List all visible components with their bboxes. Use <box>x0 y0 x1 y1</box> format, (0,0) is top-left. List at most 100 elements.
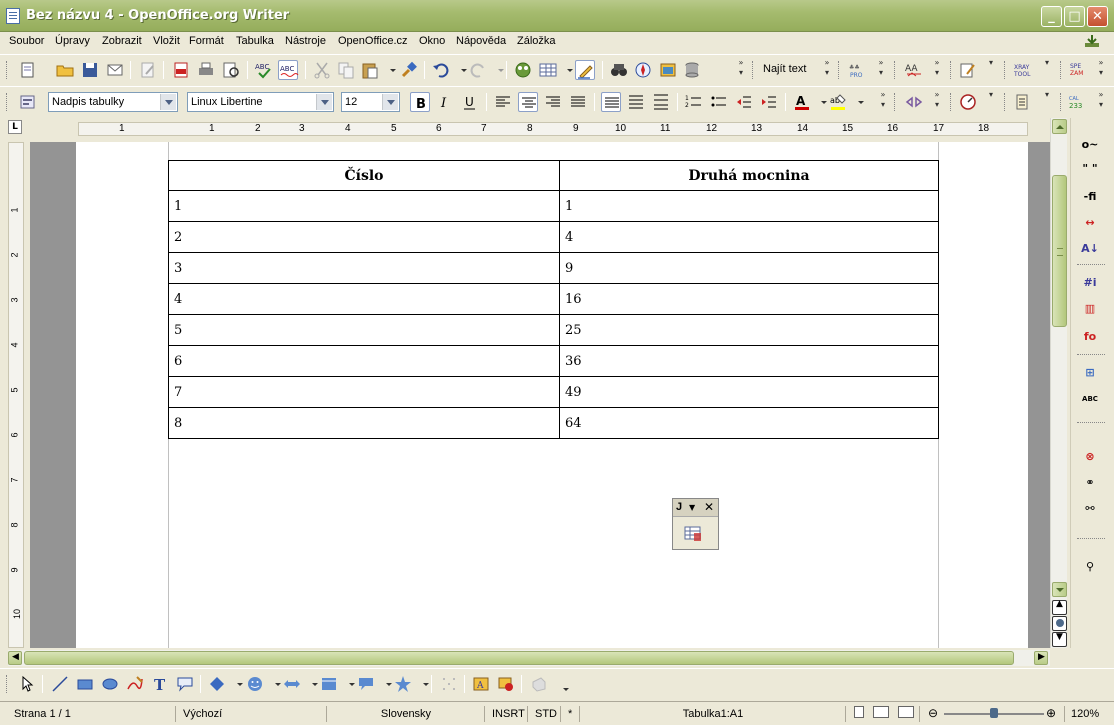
highlight-dropdown-arrow-icon[interactable] <box>851 92 864 112</box>
sort-ab-icon[interactable]: A↓ <box>1079 240 1101 258</box>
language-indicator[interactable]: Slovensky <box>328 706 485 722</box>
rectangle-tool-icon[interactable] <box>75 674 95 694</box>
shapes-dropdown-arrow-icon[interactable] <box>230 674 243 694</box>
table-header-cell[interactable]: Druhá mocnina <box>559 160 939 191</box>
menu-format[interactable]: Formát <box>189 35 224 47</box>
flowchart-dropdown-arrow-icon[interactable] <box>342 674 355 694</box>
horizontal-scroll-thumb[interactable] <box>24 651 1014 665</box>
callouts-dropdown-arrow-icon[interactable] <box>379 674 392 694</box>
stars-icon[interactable] <box>393 674 413 694</box>
table-cell[interactable]: 16 <box>559 283 939 315</box>
print-preview-icon[interactable] <box>221 60 241 80</box>
ligature-fi-icon[interactable]: -fi <box>1079 188 1101 206</box>
line-spacing-1-5-icon[interactable] <box>626 92 646 112</box>
toolbar-grip[interactable] <box>950 61 953 79</box>
find-replace-binoculars-icon[interactable] <box>609 60 629 80</box>
zoom-out-icon[interactable]: ⊖ <box>928 706 938 720</box>
next-page-button[interactable]: ▼ <box>1052 632 1067 647</box>
autospellcheck-icon[interactable]: ABC <box>278 60 299 80</box>
format-overflow-chevron-icon[interactable]: » ▾ <box>878 90 888 114</box>
speech-tool-icon[interactable]: SPE ZAM <box>1068 60 1088 80</box>
table-cell[interactable]: 8 <box>168 407 560 439</box>
arrows-dropdown-arrow-icon[interactable] <box>305 674 318 694</box>
table-cell[interactable]: 36 <box>559 345 939 377</box>
italic-icon[interactable]: I <box>435 92 455 112</box>
data-sources-icon[interactable] <box>682 60 702 80</box>
align-right-icon[interactable] <box>543 92 563 112</box>
hyperlink-arrows-icon[interactable] <box>904 92 924 112</box>
number-overflow-chevron-icon[interactable]: » ▾ <box>1096 90 1106 114</box>
script-overflow-chevron-icon[interactable]: ▾ <box>1042 90 1052 114</box>
text-tool-icon[interactable]: T <box>150 674 170 694</box>
zoom-slider-handle[interactable] <box>990 708 998 718</box>
block-arrows-icon[interactable] <box>282 674 302 694</box>
numbering-icon[interactable]: 12 <box>684 92 704 112</box>
previous-page-button[interactable]: ▲ <box>1052 599 1067 615</box>
table-cell[interactable]: 1 <box>559 190 939 222</box>
table-cell[interactable]: 1 <box>168 190 560 222</box>
maximize-button[interactable]: □ <box>1064 6 1085 27</box>
dial-overflow-chevron-icon[interactable]: ▾ <box>986 90 996 114</box>
toolbar-grip[interactable] <box>6 93 9 111</box>
drawbar-overflow-chevron-icon[interactable] <box>556 674 569 694</box>
insert-image-icon[interactable] <box>496 674 516 694</box>
document-page[interactable]: Číslo Druhá mocnina 11 24 39 4 16 5 25 6 36… <box>76 142 1028 648</box>
edit-file-icon[interactable] <box>138 60 158 80</box>
spellcheck-icon[interactable]: ABC <box>254 60 274 80</box>
floating-toolbar[interactable]: J ▼ ✕ <box>672 498 719 550</box>
scroll-down-button[interactable] <box>1052 582 1067 597</box>
link-edit-icon[interactable]: ⚯ <box>1079 500 1101 518</box>
chevron-down-icon[interactable] <box>382 94 398 110</box>
table-cell[interactable]: 2 <box>168 221 560 253</box>
font-name-select[interactable]: Linux Libertine <box>187 92 334 112</box>
freeform-tool-icon[interactable] <box>125 674 145 694</box>
menu-okno[interactable]: Okno <box>419 35 445 47</box>
bold-icon[interactable]: B <box>410 92 430 112</box>
callout-tool-icon[interactable] <box>175 674 195 694</box>
bullets-icon[interactable] <box>709 92 729 112</box>
points-edit-icon[interactable] <box>439 674 459 694</box>
table-cell[interactable]: 64 <box>559 407 939 439</box>
styles-formatting-icon[interactable] <box>18 92 38 112</box>
number-format-233-icon[interactable]: CAL 233 <box>1068 92 1088 112</box>
close-button[interactable]: ✕ <box>1087 6 1108 27</box>
horizontal-scrollbar[interactable]: ◀ ▶ <box>8 650 1050 666</box>
abc-cd-icon[interactable]: ABC <box>1079 390 1101 408</box>
menu-upravy[interactable]: Úpravy <box>55 35 90 47</box>
menu-zalozka[interactable]: Záložka <box>517 35 556 47</box>
columns-icon[interactable]: ▥ <box>1079 300 1101 318</box>
paste-dropdown-arrow-icon[interactable] <box>383 60 396 80</box>
document-table[interactable]: Číslo Druhá mocnina 11 24 39 4 16 5 25 6 36… <box>168 160 939 439</box>
redo-icon[interactable] <box>468 60 488 80</box>
menu-tabulka[interactable]: Tabulka <box>236 35 274 47</box>
flowchart-icon[interactable] <box>319 674 339 694</box>
scroll-up-button[interactable] <box>1052 119 1067 134</box>
download-update-icon[interactable] <box>1084 34 1100 48</box>
undo-icon[interactable] <box>431 60 451 80</box>
toolbar-grip[interactable] <box>1004 61 1007 79</box>
undo-dropdown-arrow-icon[interactable] <box>454 60 467 80</box>
quotes-icon[interactable]: " " <box>1079 160 1101 178</box>
chevron-down-icon[interactable] <box>160 94 176 110</box>
single-page-view-icon[interactable] <box>854 706 864 718</box>
open-folder-icon[interactable] <box>55 60 75 80</box>
toolbar-grip[interactable] <box>894 93 897 111</box>
vertical-scroll-thumb[interactable] <box>1052 175 1067 327</box>
font-size-select[interactable]: 12 <box>341 92 400 112</box>
navigation-button[interactable] <box>1052 616 1067 631</box>
stars-dropdown-arrow-icon[interactable] <box>416 674 429 694</box>
vertical-scrollbar[interactable]: ▲ ▼ <box>1050 118 1067 648</box>
symbol-shapes-smiley-icon[interactable] <box>245 674 265 694</box>
toolbar-grip[interactable] <box>894 61 897 79</box>
increase-indent-icon[interactable] <box>759 92 779 112</box>
justify-icon[interactable] <box>568 92 588 112</box>
table-properties-icon[interactable] <box>683 525 703 543</box>
page-style-indicator[interactable]: Výchozí <box>177 706 327 722</box>
export-pdf-icon[interactable] <box>171 60 191 80</box>
gallery-icon[interactable] <box>658 60 678 80</box>
xray-tool-icon[interactable]: XRAY TOOL <box>1012 60 1032 80</box>
insert-mode-indicator[interactable]: INSRT <box>486 706 528 722</box>
tab-stop-type-toggle[interactable]: L <box>8 120 22 134</box>
decrease-indent-icon[interactable] <box>734 92 754 112</box>
fontwork-gallery-icon[interactable]: A <box>471 674 491 694</box>
